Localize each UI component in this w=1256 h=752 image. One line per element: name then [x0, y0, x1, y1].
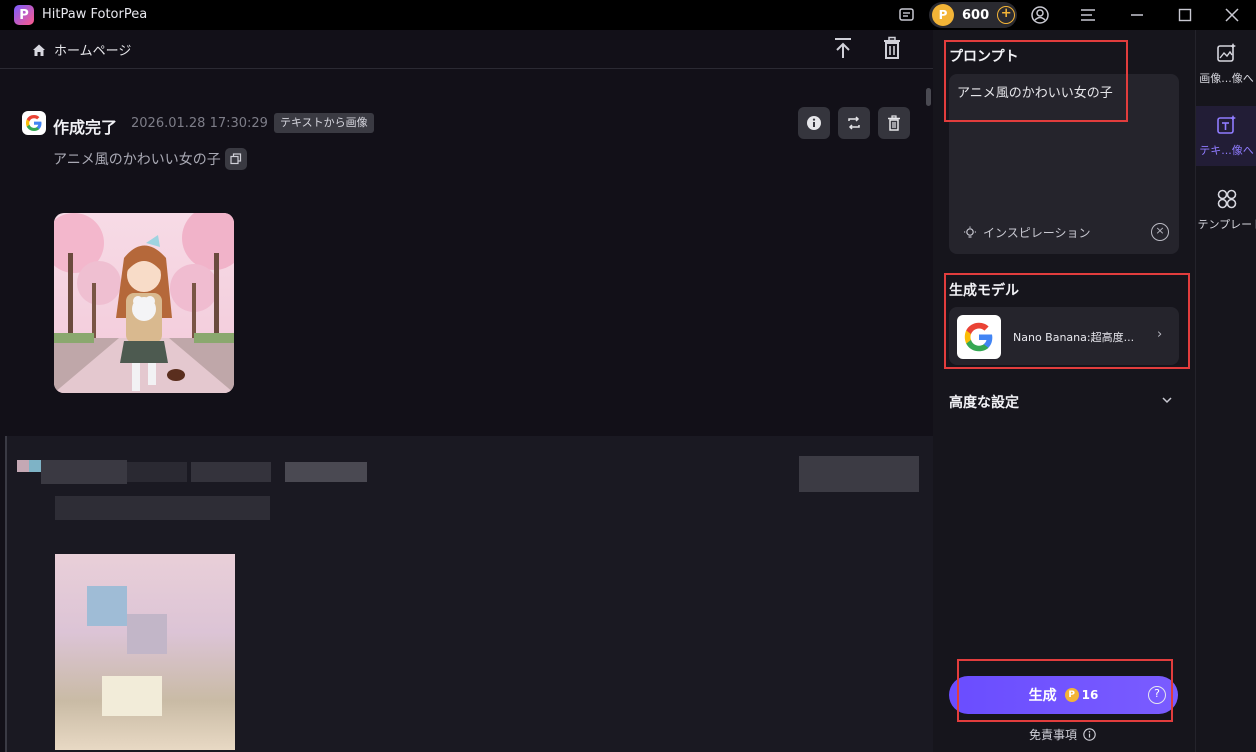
prompt-value: アニメ風のかわいい女の子 [957, 86, 1113, 101]
inspiration-label: インスピレーション [983, 226, 1091, 240]
result-prompt: アニメ風のかわいい女の子 [53, 152, 221, 168]
result-datetime: 2026.01.28 17:30:29 [131, 116, 268, 131]
copy-prompt-button[interactable] [225, 148, 247, 170]
messages-icon[interactable] [897, 4, 917, 26]
history-panel: ホームページ 作成完了 2026.01.28 17:30:29 テキストから画像… [0, 30, 933, 752]
coin-icon: P [1064, 688, 1079, 702]
home-icon [33, 44, 45, 56]
chevron-down-icon[interactable] [1161, 394, 1173, 409]
repeat-icon [848, 116, 860, 130]
generate-cost: 16 [1081, 688, 1099, 702]
side-nav-image-to-image[interactable]: 画像...像へ [1196, 36, 1256, 96]
side-nav-label: 画像...像へ [1199, 72, 1254, 85]
scroll-to-top-icon[interactable] [832, 36, 856, 62]
disclaimer-link[interactable]: 免責事項 [1029, 726, 1096, 743]
copy-icon [230, 153, 242, 165]
lightbulb-icon [964, 226, 976, 238]
side-nav-text-to-image[interactable]: テキ...像へ [1196, 106, 1256, 166]
delete-result-button[interactable] [878, 107, 910, 139]
advanced-settings-title[interactable]: 高度な設定 [949, 392, 1019, 412]
scrollbar-thumb[interactable] [926, 88, 931, 106]
trash-icon [888, 115, 900, 131]
title-bar: P HitPaw FotorPea P 600 + [0, 0, 1256, 30]
home-label: ホームページ [54, 44, 132, 59]
model-section-title: 生成モデル [949, 283, 1019, 299]
side-nav-templates[interactable]: テンプレート [1196, 186, 1256, 246]
info-button[interactable] [798, 107, 830, 139]
info-icon [1083, 728, 1096, 741]
side-nav: 画像...像へ テキ...像へ テンプレート [1195, 30, 1256, 752]
image-edit-icon [1216, 43, 1236, 62]
generated-image-thumbnail[interactable] [54, 213, 234, 393]
blurred-history-item[interactable] [5, 436, 933, 752]
side-nav-label: テキ...像へ [1199, 144, 1254, 157]
model-selector[interactable]: Nano Banana:超高度... › [949, 307, 1179, 365]
coin-balance[interactable]: P 600 + [929, 2, 1017, 28]
template-icon [1217, 189, 1236, 209]
settings-panel: プロンプト アニメ風のかわいい女の子 インスピレーション × 生成モデル Nan… [933, 30, 1195, 752]
prompt-textarea[interactable]: アニメ風のかわいい女の子 インスピレーション × [949, 74, 1179, 254]
generate-button[interactable]: 生成 P 16 ? [949, 676, 1178, 714]
maximize-icon[interactable] [1175, 4, 1195, 26]
app-logo: P [14, 5, 34, 25]
disclaimer-label: 免責事項 [1029, 728, 1078, 742]
menu-icon[interactable] [1078, 4, 1098, 26]
generate-label: 生成 [1028, 688, 1057, 704]
regenerate-button[interactable] [838, 107, 870, 139]
minimize-icon[interactable] [1127, 4, 1147, 26]
result-status: 作成完了 [53, 118, 118, 137]
account-icon[interactable] [1029, 4, 1051, 26]
coin-icon: P [932, 4, 954, 26]
home-link[interactable]: ホームページ [32, 40, 131, 59]
history-header: ホームページ [0, 30, 933, 69]
close-icon[interactable] [1222, 4, 1242, 26]
chevron-right-icon: › [1157, 327, 1163, 342]
text-to-image-icon [1216, 115, 1236, 134]
model-name: Nano Banana:超高度... [1013, 331, 1135, 344]
google-logo-icon [22, 111, 46, 135]
add-coins-button[interactable]: + [997, 6, 1016, 24]
info-icon [807, 116, 821, 130]
delete-all-icon[interactable] [881, 36, 905, 62]
help-icon[interactable]: ? [1148, 686, 1166, 704]
inspiration-button[interactable]: インスピレーション [963, 224, 1091, 241]
google-logo-icon [957, 315, 1001, 359]
clear-prompt-icon[interactable]: × [1151, 223, 1169, 241]
app-title: HitPaw FotorPea [42, 7, 148, 22]
mode-tag: テキストから画像 [274, 113, 374, 133]
coin-count: 600 [962, 7, 990, 23]
prompt-section-title: プロンプト [949, 49, 1019, 65]
side-nav-label: テンプレート [1197, 218, 1256, 231]
